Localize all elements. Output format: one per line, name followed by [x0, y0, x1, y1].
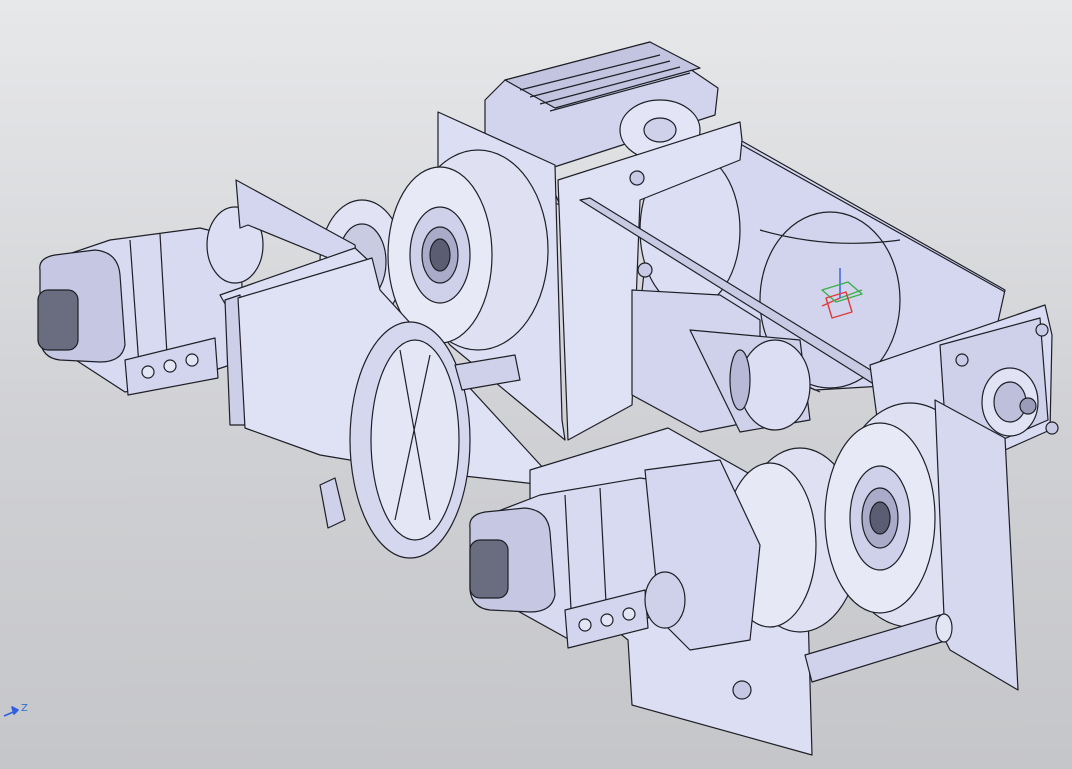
lower-tab-plate	[319, 477, 346, 529]
trolley-assembly-model[interactable]	[0, 0, 1072, 769]
front-far-plate[interactable]	[934, 399, 1019, 691]
triad-z-label: Z	[21, 703, 28, 714]
rear-right-wheel[interactable]	[387, 149, 549, 351]
lower-cross-shaft[interactable]	[804, 613, 953, 683]
front-drive-motor[interactable]	[469, 459, 761, 651]
view-orientation-triad	[3, 706, 19, 717]
cad-3d-viewport[interactable]: Z	[0, 0, 1072, 769]
